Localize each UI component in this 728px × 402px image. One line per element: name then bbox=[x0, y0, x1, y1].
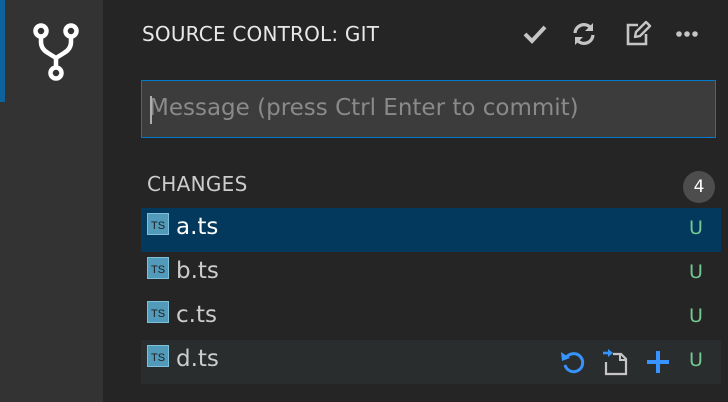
svg-text:TS: TS bbox=[151, 264, 165, 276]
discard-changes-button[interactable] bbox=[558, 347, 588, 377]
more-actions-button[interactable] bbox=[672, 19, 702, 49]
refresh-button[interactable] bbox=[569, 19, 599, 49]
plus-icon bbox=[647, 351, 669, 373]
text-caret bbox=[150, 96, 152, 124]
file-status-untracked: U bbox=[689, 261, 703, 283]
discard-changes-icon bbox=[561, 352, 585, 374]
file-status-untracked: U bbox=[689, 217, 703, 239]
stage-changes-button[interactable] bbox=[643, 347, 673, 377]
refresh-icon bbox=[573, 23, 595, 45]
panel-title: SOURCE CONTROL: GIT bbox=[142, 22, 380, 46]
open-file-icon bbox=[603, 349, 628, 376]
typescript-file-icon: TS bbox=[147, 213, 169, 235]
commit-button[interactable] bbox=[520, 19, 550, 49]
activity-bar bbox=[0, 0, 103, 402]
ellipsis-icon bbox=[676, 31, 698, 37]
file-row-c-ts[interactable]: TS c.ts U bbox=[141, 296, 721, 340]
typescript-file-icon: TS bbox=[147, 257, 169, 279]
file-name: b.ts bbox=[176, 258, 219, 284]
commit-message-box bbox=[141, 80, 716, 138]
svg-text:TS: TS bbox=[151, 308, 165, 320]
panel-header: SOURCE CONTROL: GIT bbox=[103, 0, 728, 68]
source-control-icon[interactable] bbox=[30, 22, 82, 82]
file-row-d-ts[interactable]: TS d.ts U bbox=[141, 340, 721, 384]
changes-group-header[interactable]: CHANGES 4 bbox=[141, 164, 716, 204]
open-file-button[interactable] bbox=[600, 347, 630, 377]
svg-text:TS: TS bbox=[151, 352, 165, 364]
file-status-untracked: U bbox=[689, 305, 703, 327]
file-name: d.ts bbox=[176, 346, 219, 372]
file-row-b-ts[interactable]: TS b.ts U bbox=[141, 252, 721, 296]
file-name: a.ts bbox=[176, 214, 219, 240]
changes-label: CHANGES bbox=[147, 172, 248, 196]
commit-message-input[interactable] bbox=[142, 81, 715, 137]
active-view-indicator bbox=[0, 0, 5, 102]
file-status-untracked: U bbox=[689, 349, 703, 371]
edit-icon bbox=[626, 20, 652, 46]
source-control-panel: SOURCE CONTROL: GIT Message (press Ctrl … bbox=[103, 0, 728, 402]
file-row-a-ts[interactable]: TS a.ts U bbox=[141, 208, 721, 252]
checkmark-icon bbox=[523, 25, 547, 44]
changes-count-badge: 4 bbox=[683, 171, 715, 203]
file-name: c.ts bbox=[176, 302, 217, 328]
typescript-file-icon: TS bbox=[147, 301, 169, 323]
changes-file-list: TS a.ts U TS b.ts U TS c.ts U TS d.ts U bbox=[141, 208, 721, 384]
typescript-file-icon: TS bbox=[147, 345, 169, 367]
svg-text:TS: TS bbox=[151, 220, 165, 232]
open-changes-button[interactable] bbox=[622, 19, 652, 49]
